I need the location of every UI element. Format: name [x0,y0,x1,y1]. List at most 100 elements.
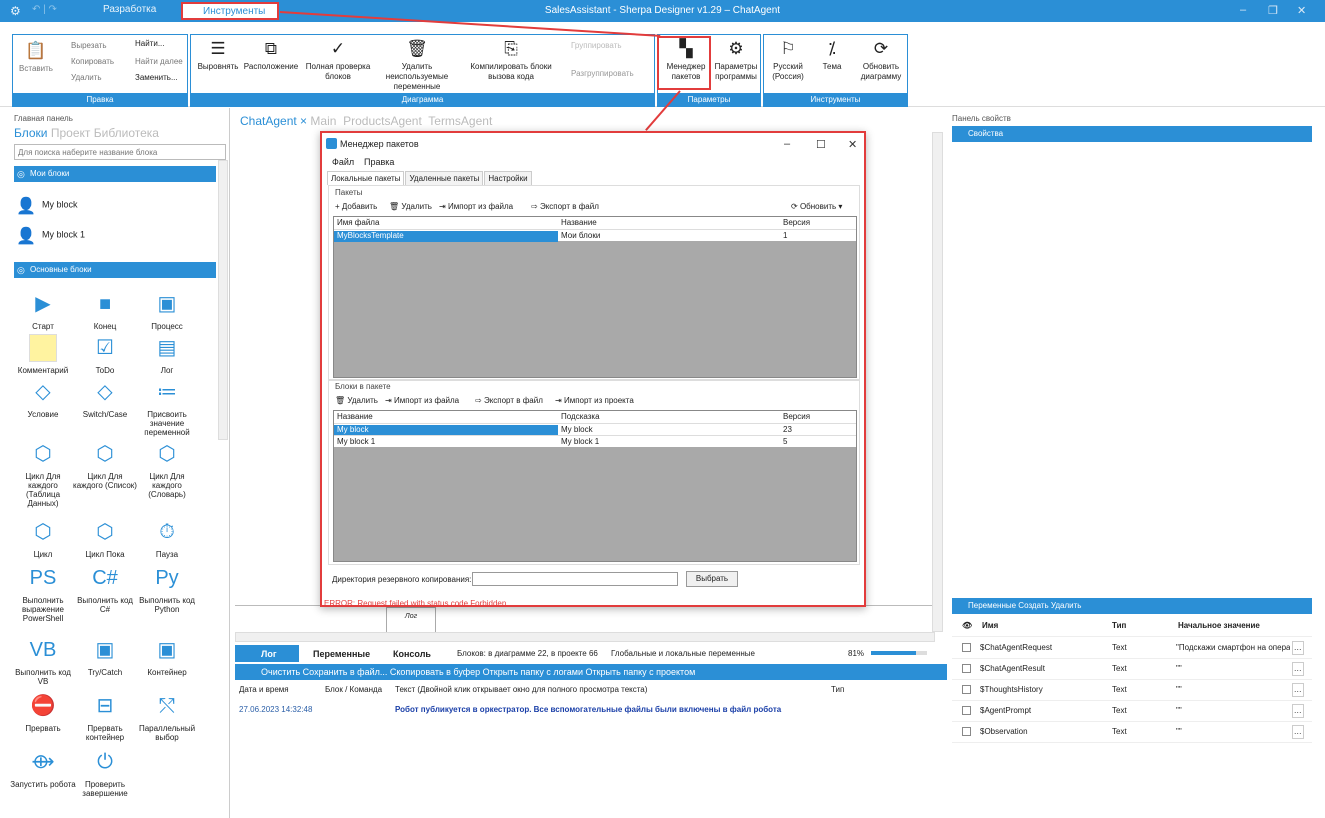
dialog-maximize-button[interactable]: ☐ [816,138,826,151]
dialog-minimize-button[interactable]: – [784,138,790,150]
block-comment[interactable]: Комментарий [10,334,76,375]
edit-button[interactable]: … [1292,662,1304,676]
block-process[interactable]: ▣ Процесс [134,290,200,331]
block-powershell[interactable]: PS Выполнить выражение PowerShell [10,564,76,623]
block-vb[interactable]: VB Выполнить код VB [10,636,76,686]
menu-edit[interactable]: Правка [364,157,394,167]
column-header[interactable]: Название [558,218,780,229]
checkbox[interactable] [962,664,971,673]
export-file-button[interactable]: ⇨ Экспорт в файл [531,202,599,211]
import-project-button[interactable]: ⇥ Импорт из проекта [555,396,634,405]
delete-button[interactable]: Удалить [71,73,102,83]
tab-local-packages[interactable]: Локальные пакеты [327,171,405,185]
tab-termsagent[interactable]: TermsAgent [428,114,492,128]
checkbox[interactable] [962,727,971,736]
tab-blocks[interactable]: Блоки [14,126,48,140]
block-run-robot[interactable]: ⟴ Запустить робота [10,748,76,789]
compile-button[interactable]: ⎘ Компилировать блоки вызова кода [467,39,555,82]
variable-row[interactable]: $Observation Text ""… [952,722,1312,743]
block-start[interactable]: ▶ Старт [10,290,76,331]
theme-button[interactable]: ⁒ Тема [812,39,852,72]
diagram-hscroll[interactable] [235,632,935,642]
maximize-button[interactable]: ❐ [1268,4,1278,17]
menu-file[interactable]: Файл [332,157,354,167]
backup-path-input[interactable] [472,572,678,586]
delete-package-button[interactable]: 🗑 Удалить [389,202,432,211]
eye-icon[interactable]: 👁 [962,621,972,630]
table-row[interactable]: My block My block 23 [334,423,856,436]
variable-row[interactable]: $ChatAgentRequest Text "Подскажи смартфон … [952,638,1312,659]
block-container[interactable]: ▣ Контейнер [134,636,200,677]
zoom-slider[interactable] [871,651,927,655]
block-switch[interactable]: ◇ Switch/Case [72,378,138,419]
column-header[interactable]: Тип [831,685,844,694]
full-check-button[interactable]: ✓ Полная проверка блоков [303,39,373,82]
block-condition[interactable]: ◇ Условие [10,378,76,419]
column-header[interactable]: Текст (Двойной клик открывает окно для п… [395,685,647,694]
edit-button[interactable]: … [1292,641,1304,655]
block-loop[interactable]: ⬡ Цикл [10,518,76,559]
block-break[interactable]: ⛔ Прервать [10,692,76,733]
remove-unused-button[interactable]: 🗑 Удалить неиспользуемые переменные [375,39,459,92]
tab-project[interactable]: Проект [51,126,91,140]
close-tab-icon[interactable]: × [297,114,311,128]
block-foreach-list[interactable]: ⬡ Цикл Для каждого (Список) [72,440,138,490]
tab-productsagent[interactable]: ProductsAgent [343,114,422,128]
tab-settings[interactable]: Настройки [484,171,532,185]
refresh-button[interactable]: ⟳ Обновить ▾ [791,202,842,211]
column-header[interactable]: Версия [780,412,856,423]
scope-select[interactable]: Глобальные и локальные переменные [611,649,755,658]
column-header[interactable]: Подсказка [558,412,780,423]
block-python[interactable]: Py Выполнить код Python [134,564,200,614]
log-actions[interactable]: Очистить Сохранить в файл... Скопировать… [235,664,947,680]
tab-log[interactable]: Лог [261,649,277,659]
find-button[interactable]: Найти... [135,39,165,49]
variable-row[interactable]: $AgentPrompt Text ""… [952,701,1312,722]
block-assign[interactable]: ≔ Присвоить значение переменной [134,378,200,437]
layout-button[interactable]: ⧉ Расположение [243,39,299,72]
close-button[interactable]: ✕ [1297,4,1306,17]
group-button[interactable]: Группировать [571,41,622,51]
block-parallel[interactable]: ⤲ Параллельный выбор [134,692,200,742]
variable-row[interactable]: $ChatAgentResult Text ""… [952,659,1312,680]
variables-header[interactable]: Переменные Создать Удалить [952,598,1312,614]
column-header[interactable]: Имя файла [334,218,558,229]
choose-button[interactable]: Выбрать [686,571,738,587]
edit-button[interactable]: … [1292,704,1304,718]
basic-blocks-header[interactable]: Основные блоки [14,262,216,278]
add-package-button[interactable]: + Добавить [335,202,377,211]
block-trycatch[interactable]: ▣ Try/Catch [72,636,138,677]
import-block-file-button[interactable]: ⇥ Импорт из файла [385,396,459,405]
tab-remote-packages[interactable]: Удаленные пакеты [405,171,484,185]
column-header[interactable]: Версия [780,218,856,229]
edit-button[interactable]: … [1292,683,1304,697]
block-csharp[interactable]: C# Выполнить код C# [72,564,138,614]
replace-button[interactable]: Заменить... [135,73,178,83]
tab-main[interactable]: Main [310,114,336,128]
column-header[interactable]: Начальное значение [1178,621,1260,630]
table-row[interactable]: My block 1 My block 1 5 [334,435,856,447]
block-pause[interactable]: ⏱ Пауза [134,518,200,559]
tab-library[interactable]: Библиотека [94,126,159,140]
block-log[interactable]: ▤ Лог [134,334,200,375]
block-break-container[interactable]: ⊟ Прервать контейнер [72,692,138,742]
column-header[interactable]: Дата и время [239,685,289,694]
block-foreach-table[interactable]: ⬡ Цикл Для каждого (Таблица Данных) [10,440,76,508]
table-row[interactable]: MyBlocksTemplate Мои блоки 1 [334,229,856,242]
block-end[interactable]: ■ Конец [72,290,138,331]
variable-row[interactable]: $ThoughtsHistory Text ""… [952,680,1312,701]
column-header[interactable]: Блок / Команда [325,685,382,694]
export-block-file-button[interactable]: ⇨ Экспорт в файл [475,396,543,405]
left-scrollbar[interactable] [218,160,228,440]
block-foreach-dict[interactable]: ⬡ Цикл Для каждого (Словарь) [134,440,200,499]
tab-chatagent[interactable]: ChatAgent [240,114,297,128]
block-search-input[interactable]: Для поиска наберите название блока [14,144,226,160]
block-while[interactable]: ⬡ Цикл Пока [72,518,138,559]
cut-button[interactable]: Вырезать [71,41,107,51]
refresh-diagram-button[interactable]: ⟳ Обновить диаграмму [854,39,908,82]
ungroup-button[interactable]: Разгруппировать [571,69,634,79]
tab-variables[interactable]: Переменные [313,649,370,659]
my-blocks-header[interactable]: Мои блоки [14,166,216,182]
tab-tools[interactable]: Инструменты [181,2,279,20]
tab-console[interactable]: Консоль [393,649,431,659]
